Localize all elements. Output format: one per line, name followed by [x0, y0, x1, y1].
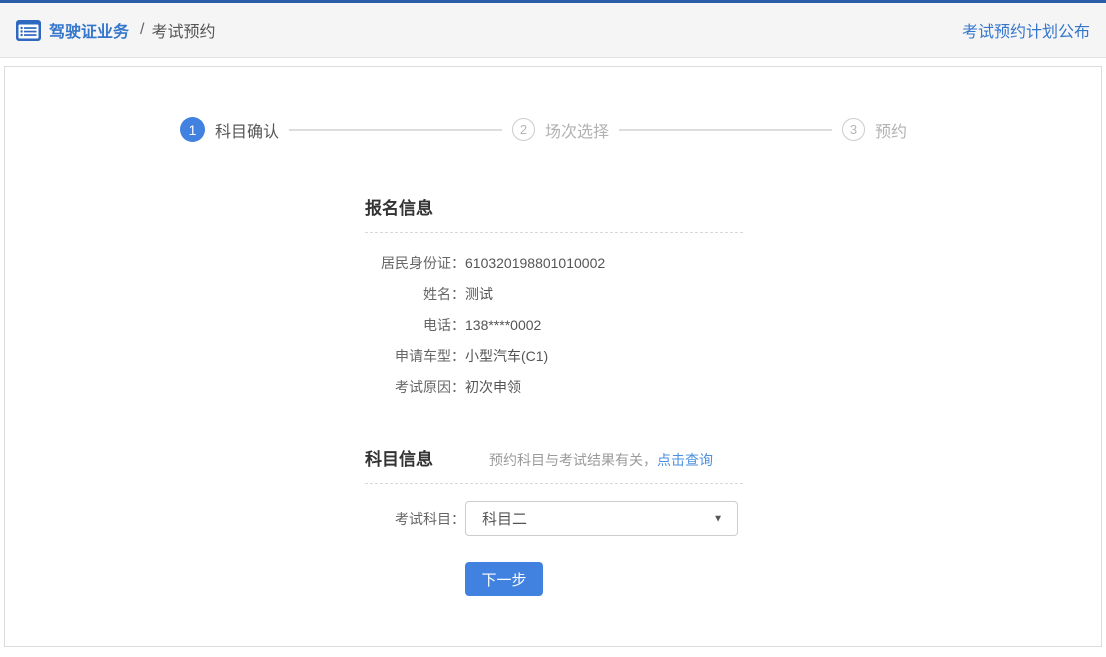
- section-title: 报名信息: [365, 194, 743, 219]
- step-label: 场次选择: [545, 118, 609, 142]
- info-row: 姓名： 测试: [365, 279, 743, 310]
- info-row: 申请车型： 小型汽车(C1): [365, 341, 743, 372]
- name-value: 测试: [465, 279, 493, 310]
- query-result-link[interactable]: 点击查询: [657, 450, 713, 470]
- step-connector: [619, 129, 832, 131]
- info-label: 电话：: [365, 310, 465, 341]
- step-label: 预约: [875, 118, 907, 142]
- step-session-select: 2 场次选择: [512, 118, 609, 142]
- step-number-badge: 1: [180, 117, 205, 142]
- topbar: 驾驶证业务 / 考试预约 考试预约计划公布: [0, 0, 1106, 58]
- next-step-button[interactable]: 下一步: [465, 562, 543, 596]
- chevron-down-icon: ▼: [713, 513, 723, 524]
- exam-subject-select[interactable]: 科目二 ▼: [465, 501, 738, 536]
- info-label: 姓名：: [365, 279, 465, 310]
- exam-reason-value: 初次申领: [465, 372, 521, 403]
- step-reserve: 3 预约: [842, 118, 907, 142]
- section-divider: [365, 232, 743, 233]
- content-column: 报名信息 居民身份证： 610320198801010002 姓名： 测试 电话…: [365, 194, 743, 596]
- vehicle-type-value: 小型汽车(C1): [465, 341, 548, 372]
- breadcrumb-current-page: 考试预约: [151, 18, 215, 42]
- exam-subject-row: 考试科目： 科目二 ▼: [365, 501, 743, 536]
- registration-info-list: 居民身份证： 610320198801010002 姓名： 测试 电话： 138…: [365, 248, 743, 403]
- breadcrumb-separator: /: [140, 21, 144, 39]
- list-form-icon: [16, 20, 41, 41]
- subject-info-section: 科目信息 预约科目与考试结果有关， 点击查询 考试科目： 科目二 ▼ 下一步: [365, 445, 743, 596]
- id-number-value: 610320198801010002: [465, 248, 605, 279]
- info-label: 考试原因：: [365, 372, 465, 403]
- main-panel: 1 科目确认 2 场次选择 3 预约 报名信息 居民身份证： 610320198…: [4, 66, 1102, 647]
- info-label: 申请车型：: [365, 341, 465, 372]
- exam-plan-link[interactable]: 考试预约计划公布: [962, 18, 1090, 42]
- breadcrumb: 驾驶证业务 / 考试预约: [16, 18, 215, 42]
- subject-note: 预约科目与考试结果有关，: [489, 450, 657, 470]
- step-number-badge: 2: [512, 118, 535, 141]
- exam-subject-label: 考试科目：: [365, 509, 465, 529]
- stepper: 1 科目确认 2 场次选择 3 预约: [180, 117, 1101, 142]
- info-label: 居民身份证：: [365, 248, 465, 279]
- section-divider: [365, 483, 743, 484]
- registration-info-section: 报名信息 居民身份证： 610320198801010002 姓名： 测试 电话…: [365, 194, 743, 403]
- info-row: 居民身份证： 610320198801010002: [365, 248, 743, 279]
- info-row: 考试原因： 初次申领: [365, 372, 743, 403]
- step-connector: [289, 129, 502, 131]
- step-label: 科目确认: [215, 118, 279, 142]
- info-row: 电话： 138****0002: [365, 310, 743, 341]
- breadcrumb-section-link[interactable]: 驾驶证业务: [49, 18, 129, 42]
- selected-option-text: 科目二: [482, 508, 527, 529]
- section-title: 科目信息: [365, 445, 433, 470]
- step-number-badge: 3: [842, 118, 865, 141]
- step-subject-confirm: 1 科目确认: [180, 117, 279, 142]
- subject-section-header: 科目信息 预约科目与考试结果有关， 点击查询: [365, 445, 743, 470]
- phone-value: 138****0002: [465, 310, 541, 341]
